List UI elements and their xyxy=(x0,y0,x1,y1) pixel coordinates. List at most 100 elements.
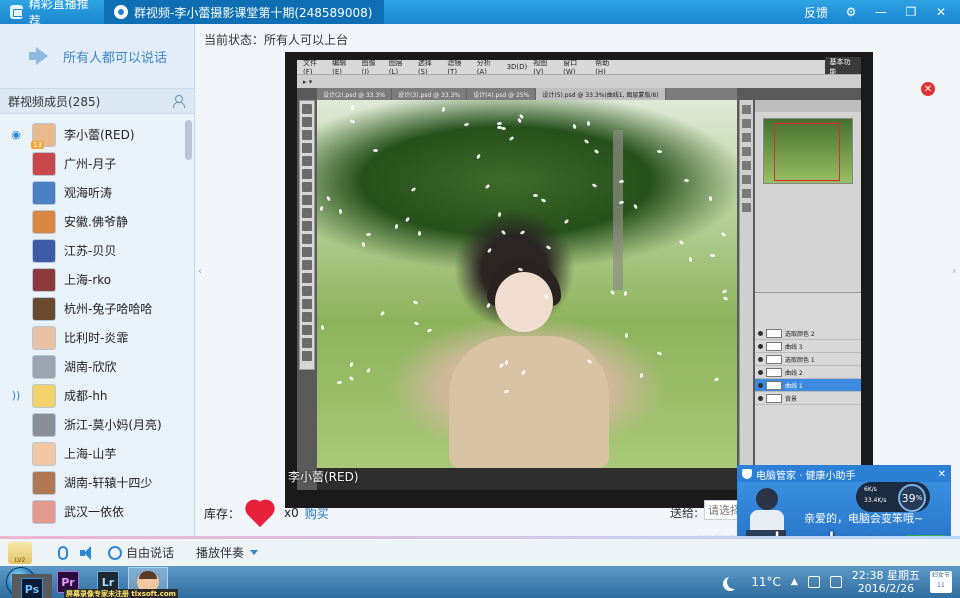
avatar[interactable] xyxy=(32,441,56,466)
maximize-icon[interactable]: ❐ xyxy=(904,5,918,19)
taskbar-photoshop[interactable]: Ps xyxy=(12,574,52,598)
petal-shape xyxy=(412,300,419,305)
member-marker xyxy=(8,330,24,346)
video-close-icon[interactable]: ✕ xyxy=(921,82,935,96)
ps-tool-icon xyxy=(302,143,312,153)
tray-expand-icon[interactable]: ▲ xyxy=(791,577,798,587)
member-item[interactable]: 广州-月子 xyxy=(0,149,194,178)
avatar[interactable] xyxy=(32,180,56,205)
member-item[interactable]: 浙江-莫小妈(月亮) xyxy=(0,410,194,439)
petal-shape xyxy=(721,288,728,295)
buy-link[interactable]: 购买 xyxy=(305,505,329,522)
petal-shape xyxy=(609,289,616,296)
video-caption: 李小蕾(RED) xyxy=(288,470,359,484)
ps-layer-row: 选取颜色 2 xyxy=(755,327,861,340)
ps-tool-icon xyxy=(302,273,312,283)
ps-navigator-thumbnail xyxy=(763,118,853,184)
layer-thumbnail xyxy=(766,341,782,351)
close-icon[interactable]: ✕ xyxy=(934,5,948,19)
video-frame[interactable]: 文件(F) 编辑(E) 图像(I) 图层(L) 选择(S) 滤镜(T) 分析(A) 3D(D)… xyxy=(285,52,935,508)
avatar[interactable]: 13 xyxy=(31,122,56,149)
member-item[interactable]: 上海-山芋 xyxy=(0,439,194,468)
tab-live-recommend[interactable]: 精彩直播推荐 xyxy=(0,0,104,28)
member-item[interactable]: 武汉一依依 xyxy=(0,497,194,526)
member-marker xyxy=(8,156,24,172)
member-marker xyxy=(8,417,24,433)
member-item[interactable]: 湖南-欣欣 xyxy=(0,352,194,381)
avatar[interactable] xyxy=(32,296,56,321)
member-name: 湖南-轩辕十四少 xyxy=(64,476,153,490)
level-badge[interactable]: LV2 xyxy=(8,541,32,564)
avatar[interactable] xyxy=(32,151,56,176)
ps-layer-row: 背景 xyxy=(755,392,861,405)
petal-shape xyxy=(508,135,515,142)
avatar[interactable] xyxy=(32,470,56,495)
free-talk-icon[interactable] xyxy=(108,545,122,560)
member-name: 安徽.佛爷静 xyxy=(64,215,128,229)
heart-gift-icon[interactable] xyxy=(246,499,278,527)
tab-label: 群视频-李小蕾摄影课堂第十期(248589008) xyxy=(134,5,373,20)
volume-icon[interactable] xyxy=(80,545,96,560)
eye-icon xyxy=(758,356,763,362)
popup-close-icon[interactable]: ✕ xyxy=(938,469,946,480)
member-item[interactable]: 比利时-炎霏 xyxy=(0,323,194,352)
petal-shape xyxy=(496,121,503,126)
ps-tool-icon xyxy=(302,325,312,335)
member-item[interactable]: 江苏-贝贝 xyxy=(0,236,194,265)
ps-tool-icon xyxy=(302,247,312,257)
avatar[interactable] xyxy=(32,209,56,234)
calendar-icon[interactable]: 妇女节 11 xyxy=(930,571,952,593)
petal-shape xyxy=(591,182,598,189)
member-name: 比利时-炎霏 xyxy=(64,331,129,345)
member-item[interactable]: 安徽.佛爷静 xyxy=(0,207,194,236)
right-arrow-icon[interactable]: › xyxy=(952,266,956,277)
tab-group-video[interactable]: 群视频-李小蕾摄影课堂第十期(248589008) xyxy=(104,0,385,24)
avatar[interactable] xyxy=(32,354,56,379)
petal-shape xyxy=(486,247,493,254)
shared-screen-photoshop: 文件(F) 编辑(E) 图像(I) 图层(L) 选择(S) 滤镜(T) 分析(A) 3D(D)… xyxy=(297,57,861,490)
speak-banner: 所有人都可以说话 xyxy=(0,24,194,88)
ps-document-tab: 设计(3).psd @ 33.3% xyxy=(392,88,468,100)
play-accompaniment-button[interactable]: 播放伴奏 xyxy=(196,544,244,561)
petal-shape xyxy=(338,208,343,215)
petal-shape xyxy=(379,310,386,317)
member-item[interactable]: ◉ 13 李小蕾(RED) xyxy=(0,120,194,149)
member-item[interactable]: 上海-rko xyxy=(0,265,194,294)
left-arrow-icon[interactable]: ‹ xyxy=(198,266,202,277)
moon-icon xyxy=(727,575,741,589)
network-icon[interactable] xyxy=(807,576,820,588)
petal-shape xyxy=(639,372,644,379)
feedback-button[interactable]: 反馈 xyxy=(804,4,828,21)
member-list[interactable]: ◉ 13 李小蕾(RED) 广州-月子观海听涛安徽.佛爷静江苏-贝贝 上海-rko 杭州-… xyxy=(0,114,194,532)
skin-icon[interactable]: ⚙ xyxy=(844,5,858,19)
free-talk-label[interactable]: 自由说话 xyxy=(126,544,174,561)
petal-shape xyxy=(683,178,690,183)
avatar[interactable] xyxy=(32,499,56,524)
volume-tray-icon[interactable] xyxy=(829,576,842,588)
chevron-down-icon[interactable] xyxy=(250,550,259,555)
member-name: 广州-月子 xyxy=(64,157,117,171)
petal-shape xyxy=(365,232,372,237)
microphone-icon[interactable] xyxy=(58,545,68,560)
ps-option-text: ▸ ▾ xyxy=(303,77,313,86)
clock[interactable]: 22:38 星期五 2016/2/26 xyxy=(852,569,920,595)
avatar[interactable] xyxy=(32,383,56,408)
avatar[interactable] xyxy=(32,412,56,437)
member-item[interactable]: )) 成都-hh xyxy=(0,381,194,410)
gift-row: 库存： x0 购买 xyxy=(196,498,736,528)
member-item[interactable]: 湖南-轩辕十四少 xyxy=(0,468,194,497)
popup-message: 亲爱的，电脑会变笨哦~ xyxy=(804,512,924,525)
eye-icon xyxy=(758,382,763,388)
member-item[interactable]: 观海听涛 xyxy=(0,178,194,207)
ps-toolbar xyxy=(299,100,315,370)
petal-shape xyxy=(484,183,491,190)
minimize-icon[interactable]: — xyxy=(874,5,888,19)
member-list-scrollbar[interactable] xyxy=(185,120,192,160)
avatar[interactable] xyxy=(32,267,56,292)
avatar[interactable] xyxy=(32,325,56,350)
petal-shape xyxy=(519,229,526,236)
member-item[interactable]: 杭州-兔子哈哈哈 xyxy=(0,294,194,323)
add-member-icon[interactable] xyxy=(172,94,186,108)
photo-child-face xyxy=(495,272,553,332)
avatar[interactable] xyxy=(32,238,56,263)
